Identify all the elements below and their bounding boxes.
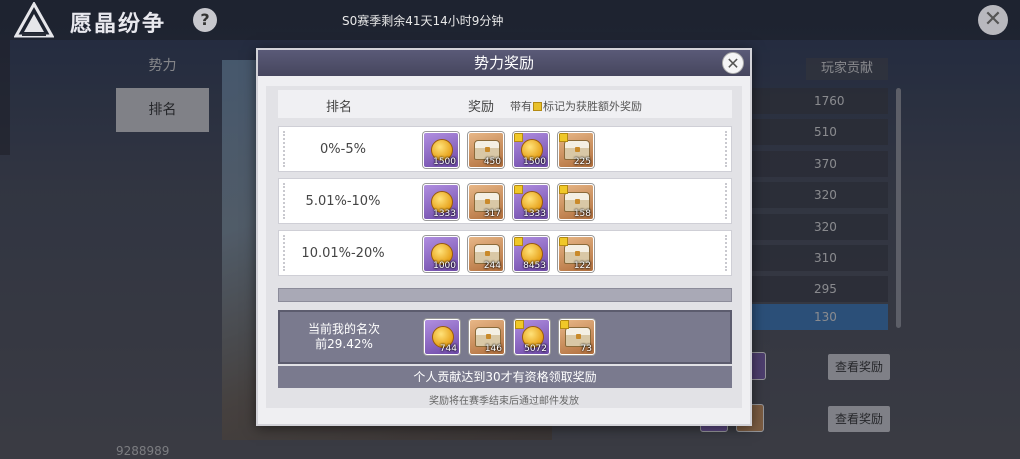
win-flag-icon — [514, 185, 523, 194]
eligibility-notice: 个人贡献达到30才有资格领取奖励 — [278, 366, 732, 388]
item-quantity: 146 — [484, 344, 502, 354]
reward-row: 10.01%-20% 1000 244 8453 122 — [278, 230, 732, 276]
item-quantity: 450 — [483, 157, 501, 167]
item-quantity: 1000 — [433, 261, 456, 271]
win-flag-icon — [560, 320, 569, 329]
close-icon[interactable]: ✕ — [978, 5, 1008, 35]
chest-reward-item[interactable]: 225 — [558, 132, 594, 168]
coin-reward-item[interactable]: 1333 — [513, 184, 549, 220]
coin-reward-item[interactable]: 1000 — [423, 236, 459, 272]
win-flag-icon — [514, 237, 523, 246]
note-text-pre: 带有 — [510, 100, 532, 113]
reward-table: 排名 奖励 带有 标记为获胜额外奖励 0%-5% 1500 450 1500 225 5… — [266, 86, 742, 408]
item-quantity: 317 — [483, 209, 501, 219]
item-quantity: 158 — [573, 209, 591, 219]
rank-range-label: 5.01%-10% — [305, 194, 381, 209]
chest-reward-item[interactable]: 122 — [558, 236, 594, 272]
coin-reward-item[interactable]: 744 — [424, 319, 460, 355]
win-flag-icon — [514, 133, 523, 142]
reward-modal: 势力奖励 ✕ 排名 奖励 带有 标记为获胜额外奖励 0%-5% 1500 450 15… — [256, 48, 752, 426]
my-rank-title: 当前我的名次 — [307, 322, 380, 336]
my-rank-panel: 当前我的名次 前29.42% 744 146 5072 73 — [278, 310, 732, 364]
chest-reward-item[interactable]: 146 — [469, 319, 505, 355]
help-icon[interactable]: ? — [193, 8, 217, 32]
item-quantity: 244 — [483, 261, 501, 271]
modal-title: 势力奖励 — [258, 50, 750, 76]
win-flag-icon — [559, 185, 568, 194]
reward-row: 5.01%-10% 1333 317 1333 158 — [278, 178, 732, 224]
chest-reward-item[interactable]: 244 — [468, 236, 504, 272]
chest-reward-item[interactable]: 73 — [559, 319, 595, 355]
item-quantity: 8453 — [523, 261, 546, 271]
top-bar: 愿晶纷争 ? S0赛季剩余41天14小时9分钟 ✕ — [0, 0, 1020, 40]
item-quantity: 1333 — [523, 209, 546, 219]
mail-delivery-note: 奖励将在赛季结束后通过邮件发放 — [429, 396, 579, 407]
table-header: 排名 奖励 带有 标记为获胜额外奖励 — [278, 90, 732, 118]
chest-reward-item[interactable]: 317 — [468, 184, 504, 220]
my-rank-value: 前29.42% — [315, 337, 373, 351]
item-quantity: 5072 — [524, 344, 547, 354]
season-countdown: S0赛季剩余41天14小时9分钟 — [342, 14, 504, 28]
reward-row-partial — [278, 288, 732, 302]
item-quantity: 1500 — [433, 157, 456, 167]
reward-column-header: 奖励 — [468, 100, 495, 115]
modal-close-icon[interactable]: ✕ — [722, 52, 744, 74]
coin-reward-item[interactable]: 1500 — [513, 132, 549, 168]
win-flag-icon — [533, 102, 542, 111]
item-quantity: 1500 — [523, 157, 546, 167]
item-quantity: 744 — [439, 344, 457, 354]
item-quantity: 122 — [573, 261, 591, 271]
coin-reward-item[interactable]: 1500 — [423, 132, 459, 168]
app-title: 愿晶纷争 — [70, 12, 167, 37]
rank-range-label: 10.01%-20% — [301, 246, 385, 261]
coin-reward-item[interactable]: 5072 — [514, 319, 550, 355]
coin-reward-item[interactable]: 1333 — [423, 184, 459, 220]
win-flag-icon — [559, 133, 568, 142]
note-text-post: 标记为获胜额外奖励 — [543, 100, 642, 113]
win-flag-icon — [515, 320, 524, 329]
win-flag-icon — [559, 237, 568, 246]
my-rank-label: 当前我的名次 前29.42% — [280, 322, 408, 352]
item-quantity: 1333 — [433, 209, 456, 219]
chest-reward-item[interactable]: 450 — [468, 132, 504, 168]
item-quantity: 225 — [573, 157, 591, 167]
rank-range-label: 0%-5% — [320, 142, 366, 157]
win-bonus-note: 带有 标记为获胜额外奖励 — [510, 98, 642, 114]
reward-row: 0%-5% 1500 450 1500 225 — [278, 126, 732, 172]
app-emblem-icon — [14, 2, 54, 38]
coin-reward-item[interactable]: 8453 — [513, 236, 549, 272]
item-quantity: 73 — [580, 344, 592, 354]
chest-reward-item[interactable]: 158 — [558, 184, 594, 220]
rank-column-header: 排名 — [326, 100, 353, 115]
